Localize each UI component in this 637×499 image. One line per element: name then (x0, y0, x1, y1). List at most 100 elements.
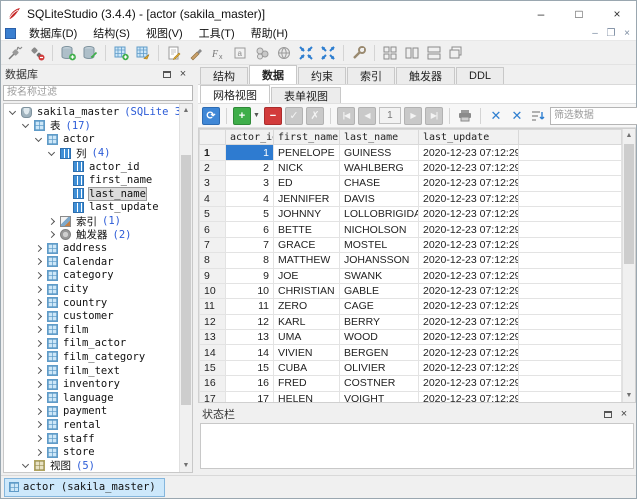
cell-first_name[interactable]: JOHNNY (273, 205, 340, 223)
cell-actor_id[interactable]: 3 (225, 175, 274, 192)
sort-dialog-icon[interactable] (529, 107, 547, 125)
expander-closed-icon[interactable] (34, 353, 43, 361)
tree-item-film_text[interactable]: film_text (4, 364, 179, 378)
tree-item-film[interactable]: film (4, 323, 179, 337)
cell-last_name[interactable]: WOOD (339, 329, 419, 346)
expander-closed-icon[interactable] (34, 421, 43, 429)
row-number[interactable]: 13 (199, 329, 226, 346)
grid-scrollbar[interactable]: ▲ ▼ (622, 129, 635, 402)
add-database-icon[interactable] (58, 43, 78, 63)
expander-closed-icon[interactable] (47, 231, 56, 239)
cell-first_name[interactable]: FRED (273, 375, 340, 392)
taskbar-item-0[interactable]: actor (sakila_master) (4, 477, 165, 497)
expander-closed-icon[interactable] (34, 285, 43, 293)
cell-last_name[interactable]: JOHANSSON (339, 252, 419, 269)
cell-last_update[interactable]: 2020-12-23 07:12:29 (418, 175, 519, 192)
tree-item-last_update[interactable]: last_update (4, 201, 179, 215)
cell-last_name[interactable]: NICHOLSON (339, 221, 419, 238)
tree-item-film_category[interactable]: film_category (4, 350, 179, 364)
tree-item-customer[interactable]: customer (4, 309, 179, 323)
tree-item-列[interactable]: 列 (4) (4, 146, 179, 160)
tree-item-视图[interactable]: 视图 (5) (4, 459, 179, 472)
cell-last_name[interactable]: LOLLOBRIGIDA (339, 205, 419, 223)
tree-item-staff[interactable]: staff (4, 432, 179, 446)
cell-actor_id[interactable]: 13 (225, 329, 274, 346)
cell-actor_id[interactable]: 16 (225, 375, 274, 392)
row-number[interactable]: 2 (199, 159, 226, 177)
cell-last_update[interactable]: 2020-12-23 07:12:29 (418, 375, 519, 392)
cell-first_name[interactable]: ZERO (273, 298, 340, 315)
tree-item-rental[interactable]: rental (4, 418, 179, 432)
disconnect-database-icon[interactable] (27, 43, 47, 63)
minimize-button[interactable]: – (522, 1, 560, 26)
cell-last_name[interactable]: BERGEN (339, 344, 419, 361)
cell-last_update[interactable]: 2020-12-23 07:12:29 (418, 236, 519, 254)
cell-actor_id[interactable]: 5 (225, 205, 274, 223)
cell-last_name[interactable]: OLIVIER (339, 359, 419, 377)
cell-last_update[interactable]: 2020-12-23 07:12:29 (418, 298, 519, 315)
expander-closed-icon[interactable] (34, 339, 43, 347)
converge-windows-icon[interactable] (296, 43, 316, 63)
tree-item-address[interactable]: address (4, 241, 179, 255)
cell-actor_id[interactable]: 4 (225, 190, 274, 207)
edit-database-icon[interactable] (80, 43, 100, 63)
row-number[interactable]: 8 (199, 252, 226, 269)
row-number[interactable]: 11 (199, 298, 226, 315)
cell-last_name[interactable]: GUINESS (339, 144, 419, 161)
menu-item-4[interactable]: 帮助(H) (243, 25, 296, 41)
row-number[interactable]: 9 (199, 267, 226, 284)
cell-actor_id[interactable]: 15 (225, 359, 274, 377)
last-row-icon[interactable]: ▶| (424, 106, 443, 125)
cell-first_name[interactable]: CUBA (273, 359, 340, 377)
tree-item-payment[interactable]: payment (4, 405, 179, 419)
expander-open-icon[interactable] (8, 107, 17, 115)
cell-last_name[interactable]: COSTNER (339, 375, 419, 392)
fit-rows-icon[interactable]: ✕ (508, 107, 526, 125)
expander-open-icon[interactable] (47, 148, 56, 156)
tab-3[interactable]: 索引 (347, 67, 395, 84)
cell-last_name[interactable]: CHASE (339, 175, 419, 192)
close-button[interactable]: × (598, 1, 636, 26)
column-header-actor_id[interactable]: actor_id (225, 129, 274, 146)
open-sql-editor-icon[interactable] (164, 43, 184, 63)
subtab-0[interactable]: 网格视图 (200, 85, 270, 103)
expander-open-icon[interactable] (21, 121, 30, 129)
dock-float-icon[interactable] (600, 407, 616, 421)
tree-item-sakila_master[interactable]: sakila_master (SQLite 3) (4, 106, 179, 120)
print-icon[interactable] (456, 107, 474, 125)
cell-last_update[interactable]: 2020-12-23 07:12:29 (418, 267, 519, 284)
cell-first_name[interactable]: NICK (273, 159, 340, 177)
delete-row-icon[interactable]: − (263, 106, 282, 125)
tree-filter-input[interactable] (3, 84, 193, 101)
tree-item-触发器[interactable]: 触发器 (2) (4, 228, 179, 242)
cell-last_name[interactable]: SWANK (339, 267, 419, 284)
data-filter-input[interactable] (549, 106, 637, 125)
tree-item-actor[interactable]: actor (4, 133, 179, 147)
scroll-up-icon[interactable]: ▲ (180, 104, 192, 117)
expander-closed-icon[interactable] (34, 299, 43, 307)
connect-database-icon[interactable] (5, 43, 25, 63)
cell-last_name[interactable]: MOSTEL (339, 236, 419, 254)
cell-actor_id[interactable]: 9 (225, 267, 274, 284)
fit-columns-icon[interactable]: ✕ (487, 107, 505, 125)
expander-open-icon[interactable] (21, 461, 30, 469)
tree-item-表[interactable]: 表 (17) (4, 119, 179, 133)
column-header-last_name[interactable]: last_name (339, 129, 419, 146)
export-icon[interactable] (274, 43, 294, 63)
cell-last_name[interactable]: BERRY (339, 313, 419, 331)
tree-item-索引[interactable]: 索引 (1) (4, 214, 179, 228)
cell-last_update[interactable]: 2020-12-23 07:12:29 (418, 144, 519, 161)
cell-first_name[interactable]: GRACE (273, 236, 340, 254)
tree-scrollbar[interactable]: ▲ ▼ (179, 103, 192, 472)
scroll-down-icon[interactable]: ▼ (180, 459, 192, 472)
cell-first_name[interactable]: UMA (273, 329, 340, 346)
cell-last_update[interactable]: 2020-12-23 07:12:29 (418, 221, 519, 238)
tree-item-language[interactable]: language (4, 391, 179, 405)
mdi-close-button[interactable]: × (620, 28, 636, 39)
prev-row-icon[interactable]: ◀ (357, 106, 376, 125)
cell-last_update[interactable]: 2020-12-23 07:12:29 (418, 252, 519, 269)
tree-item-city[interactable]: city (4, 282, 179, 296)
cell-last_name[interactable]: VOIGHT (339, 390, 419, 402)
cell-last_update[interactable]: 2020-12-23 07:12:29 (418, 205, 519, 223)
menu-item-0[interactable]: 数据库(D) (21, 25, 85, 41)
